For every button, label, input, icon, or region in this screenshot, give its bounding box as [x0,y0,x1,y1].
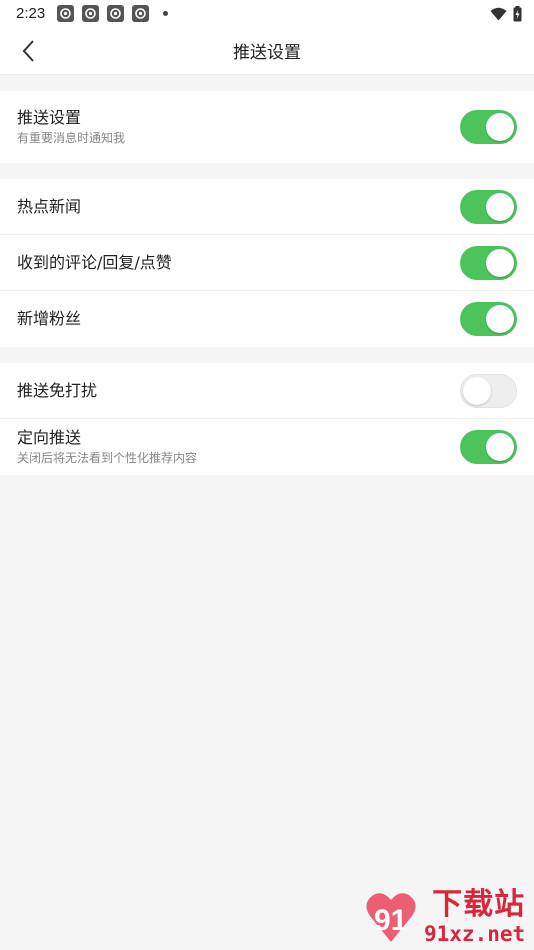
status-time: 2:23 [16,5,46,22]
watermark: 91 下载站 91xz.net [360,886,532,948]
settings-group-push: 推送设置 有重要消息时通知我 [0,91,534,163]
battery-icon [513,5,522,21]
watermark-chinese: 下载站 [432,887,526,922]
setting-row-do-not-disturb[interactable]: 推送免打扰 [0,363,534,419]
comments-replies-likes-toggle[interactable] [460,245,517,280]
page-title: 推送设置 [233,43,301,63]
app-notification-icon [57,5,75,22]
section-spacer [0,75,534,91]
settings-group-misc: 推送免打扰 定向推送 关闭后将无法看到个性化推荐内容 [0,363,534,475]
setting-title: 定向推送 [17,428,82,447]
svg-text:91: 91 [374,904,407,937]
settings-group-categories: 热点新闻 收到的评论/回复/点赞 新增粉丝 [0,179,534,347]
setting-title: 推送免打扰 [17,380,98,400]
setting-row-new-followers[interactable]: 新增粉丝 [0,291,534,347]
status-bar: 2:23 [0,0,534,27]
setting-title: 热点新闻 [17,196,82,216]
new-followers-toggle[interactable] [460,302,517,336]
app-notification-icon [132,5,150,22]
more-notifications-dot-icon [163,11,169,16]
watermark-url: 91xz.net [424,922,526,946]
app-notification-icon [107,5,125,22]
setting-row-hot-news[interactable]: 热点新闻 [0,179,534,235]
hot-news-toggle[interactable] [460,189,517,224]
push-settings-toggle[interactable] [460,110,517,144]
section-spacer [0,347,534,363]
watermark-logo-icon: 91 [360,886,422,948]
setting-row-comments-replies-likes[interactable]: 收到的评论/回复/点赞 [0,235,534,291]
setting-subtitle: 关闭后将无法看到个性化推荐内容 [17,451,198,465]
wifi-icon [490,7,507,20]
setting-row-targeted-push[interactable]: 定向推送 关闭后将无法看到个性化推荐内容 [0,419,534,475]
nav-bar: 推送设置 [0,27,534,75]
section-spacer [0,163,534,179]
setting-title: 推送设置 [17,108,82,127]
targeted-push-toggle[interactable] [460,430,517,464]
app-notification-icon [82,5,100,22]
do-not-disturb-toggle[interactable] [460,373,517,408]
chevron-left-icon [22,40,34,62]
setting-title: 收到的评论/回复/点赞 [17,252,172,272]
setting-row-push-settings[interactable]: 推送设置 有重要消息时通知我 [0,91,534,163]
back-button[interactable] [8,27,48,75]
setting-title: 新增粉丝 [17,309,82,328]
setting-subtitle: 有重要消息时通知我 [17,131,126,145]
